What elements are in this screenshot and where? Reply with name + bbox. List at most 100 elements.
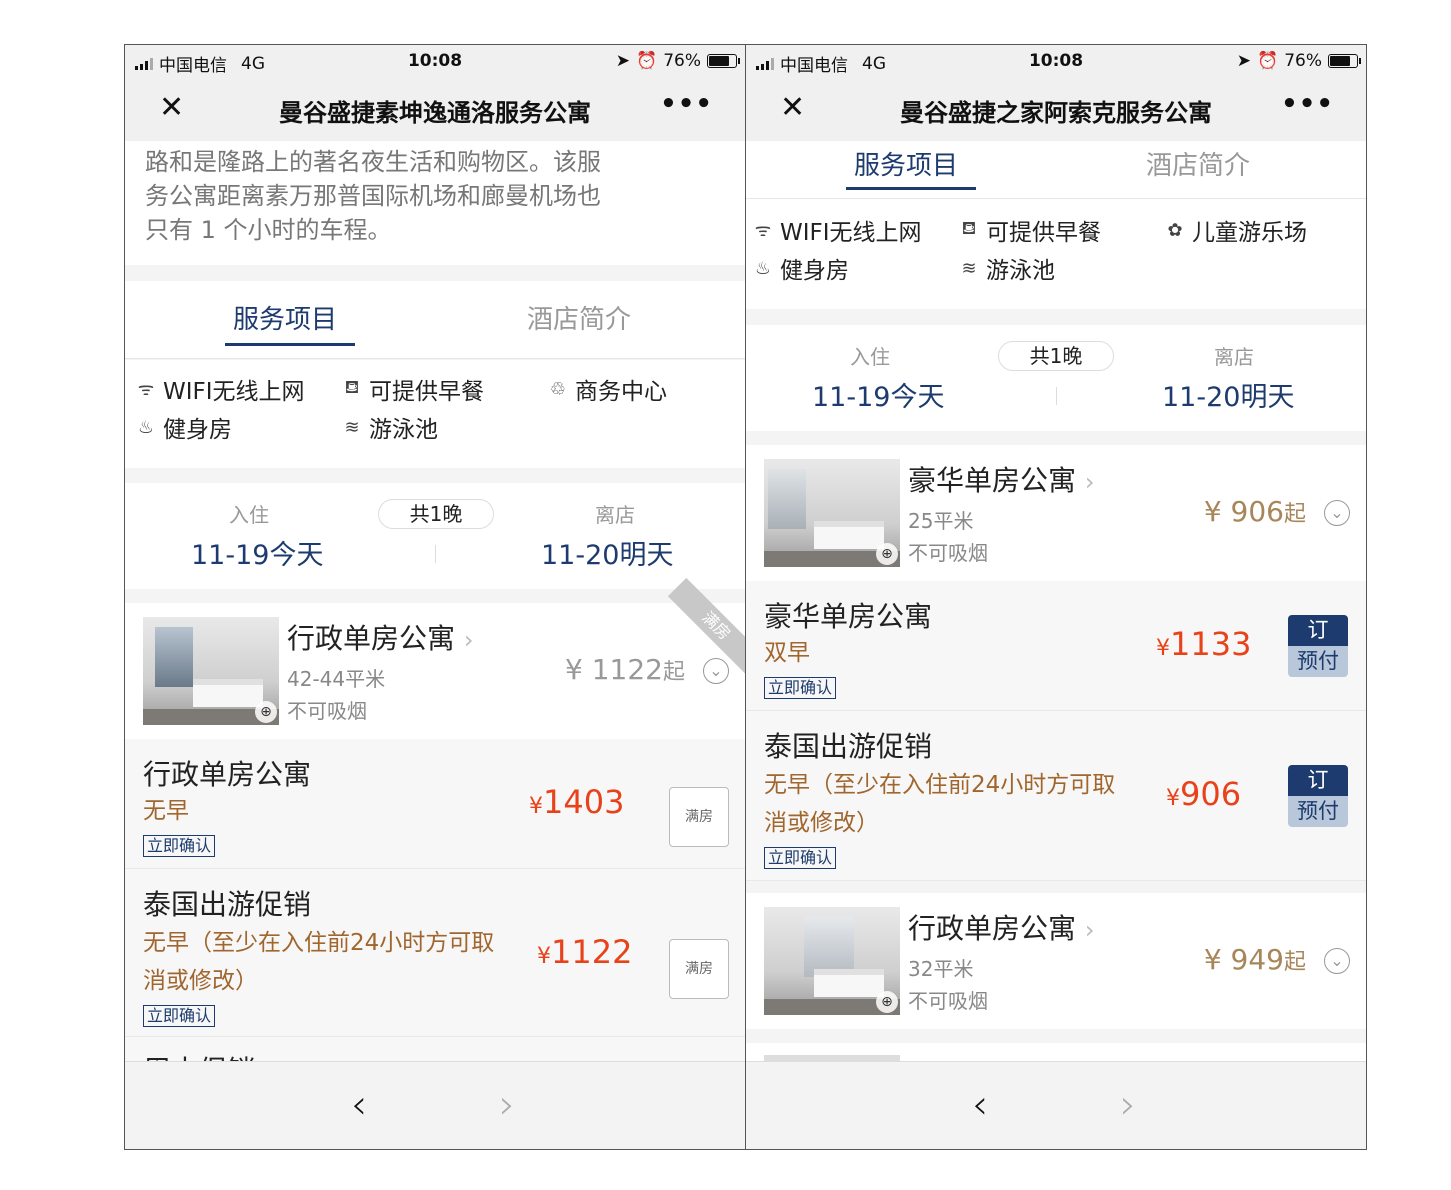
left-phone-screen: 中国电信 4G 10:08 ➤ ⏰ 76% ✕ 曼谷盛捷素坤逸通洛服务公寓 ••… (124, 44, 746, 1150)
rate-price: ¥906 (1166, 775, 1242, 813)
rate-price: ¥1403 (529, 783, 625, 821)
book-prepay-button[interactable]: 订 预付 (1288, 765, 1348, 827)
book-prepay-button[interactable]: 订 预付 (1288, 615, 1348, 677)
battery-percent: 76% (1284, 51, 1322, 71)
rate-price: ¥1133 (1156, 625, 1252, 663)
alarm-icon: ⏰ (636, 51, 658, 71)
tab-hotel-intro[interactable]: 酒店简介 (527, 299, 631, 336)
room-photo[interactable]: ⊕ (143, 617, 279, 725)
sold-out-button: 满房 (669, 787, 729, 847)
scroll-content[interactable]: 服务项目 酒店简介 ᯤ WIFI无线上网 ⛾ 可提供早餐 ✿ 儿童游乐场 ♨ 健身房 ≋… (746, 141, 1366, 1063)
more-icon[interactable]: ••• (1281, 89, 1334, 119)
room-card[interactable]: ⊕ 行政单房公寓 › 32平米 不可吸烟 ¥ 949起 ⌄ (746, 893, 1366, 1029)
checkin-date[interactable]: 11-19今天 (812, 375, 944, 414)
active-tab-indicator (846, 187, 976, 190)
facility-list: ᯤ WIFI无线上网 ⛾ 可提供早餐 ✿ 儿童游乐场 ♨ 健身房 ≋ 游泳池 (746, 199, 1366, 309)
rate-row[interactable]: 行政单房公寓 无早 立即确认 ¥1403 满房 (125, 739, 745, 869)
sold-out-button: 满房 (669, 939, 729, 999)
more-icon[interactable]: ••• (660, 89, 713, 119)
breakfast-icon: ⛾ (961, 218, 977, 239)
room-photo[interactable]: ⊕ (764, 907, 900, 1015)
forward-icon[interactable]: › (499, 1082, 515, 1128)
scroll-content[interactable]: 路和是隆路上的著名夜生活和购物区。该服 务公寓距离素万那普国际机场和廊曼机场也 … (125, 141, 745, 1063)
tab-services[interactable]: 服务项目 (233, 299, 337, 336)
facility-item: ≋ 游泳池 (341, 410, 438, 444)
room-size: 25平米 (908, 509, 974, 533)
list-item[interactable] (746, 1043, 1366, 1063)
chevron-right-icon: › (463, 626, 474, 654)
nights-badge: 共1晚 (998, 341, 1114, 371)
status-bar: 中国电信 4G 10:08 ➤ ⏰ 76% (125, 45, 745, 77)
room-size: 32平米 (908, 957, 974, 981)
date-selector[interactable]: 入住 11-19今天 共1晚 离店 11-20明天 (746, 325, 1366, 431)
meal-plan: 无早（至少在入住前24小时方可取 (764, 772, 1116, 798)
room-name: 豪华单房公寓 (908, 464, 1077, 497)
chevron-down-icon[interactable]: ⌄ (703, 658, 729, 684)
facility-item: ⛾ 可提供早餐 (341, 372, 484, 406)
chevron-down-icon[interactable]: ⌄ (1324, 948, 1350, 974)
room-card[interactable]: ⊕ 行政单房公寓 › 42-44平米 不可吸烟 ¥ 1122起 ⌄ 满房 (125, 577, 745, 739)
instant-confirm-badge: 立即确认 (143, 1005, 216, 1027)
instant-confirm-badge: 立即确认 (764, 677, 837, 699)
facility-item: ᯤ WIFI无线上网 (752, 213, 922, 247)
page-title: 曼谷盛捷之家阿索克服务公寓 (900, 99, 1212, 127)
back-icon[interactable]: ‹ (351, 1082, 367, 1128)
instant-confirm-badge: 立即确认 (143, 835, 216, 857)
room-card[interactable]: ⊕ 豪华单房公寓 › 25平米 不可吸烟 ¥ 906起 ⌄ (746, 445, 1366, 581)
checkin-label: 入住 (850, 345, 890, 369)
smoking-policy: 不可吸烟 (908, 989, 988, 1013)
battery-icon (707, 54, 740, 68)
divider (435, 545, 436, 563)
checkout-date[interactable]: 11-20明天 (1162, 375, 1294, 414)
chevron-down-icon[interactable]: ⌄ (1324, 500, 1350, 526)
back-icon[interactable]: ‹ (972, 1082, 988, 1128)
room-name: 行政单房公寓 (287, 622, 456, 655)
rate-price: ¥1122 (537, 933, 633, 971)
meal-plan-cont: 消或修改） (143, 968, 258, 994)
location-icon: ➤ (1236, 51, 1252, 71)
meal-plan: 双早 (764, 640, 810, 666)
facility-list: ᯤ WIFI无线上网 ⛾ 可提供早餐 ♲ 商务中心 ♨ 健身房 ≋ 游泳池 (125, 360, 745, 468)
status-bar: 中国电信 4G 10:08 ➤ ⏰ 76% (746, 45, 1366, 77)
battery-percent: 76% (663, 51, 701, 71)
date-selector[interactable]: 入住 11-19今天 共1晚 离店 11-20明天 (125, 483, 745, 589)
smoking-policy: 不可吸烟 (287, 699, 367, 723)
list-item[interactable]: 周末促销 (125, 1037, 745, 1063)
rate-name: 豪华单房公寓 (764, 600, 933, 633)
close-icon[interactable]: ✕ (159, 91, 184, 125)
checkout-label: 离店 (595, 503, 635, 527)
nav-bar: ✕ 曼谷盛捷素坤逸通洛服务公寓 ••• (125, 77, 745, 141)
forward-icon[interactable]: › (1120, 1082, 1136, 1128)
room-price: ¥ 906起 (1203, 495, 1306, 528)
facility-item: ♨ 健身房 (135, 410, 232, 444)
rate-name: 泰国出游促销 (143, 888, 312, 921)
zoom-icon: ⊕ (876, 543, 898, 565)
facility-item: ⛾ 可提供早餐 (958, 213, 1101, 247)
checkout-date[interactable]: 11-20明天 (541, 533, 673, 572)
pool-icon: ≋ (961, 257, 977, 279)
playground-icon: ✿ (1167, 219, 1183, 241)
room-photo[interactable]: ⊕ (764, 459, 900, 567)
page-title: 曼谷盛捷素坤逸通洛服务公寓 (279, 99, 591, 127)
location-icon: ➤ (615, 51, 631, 71)
rate-row[interactable]: 泰国出游促销 无早（至少在入住前24小时方可取 消或修改） 立即确认 ¥906 … (746, 711, 1366, 881)
facility-item: ♨ 健身房 (752, 251, 849, 285)
breakfast-icon: ⛾ (344, 377, 360, 398)
browser-toolbar: ‹ › (125, 1061, 745, 1149)
room-price: ¥ 1122起 (565, 653, 685, 686)
tab-bar: 服务项目 酒店简介 (746, 141, 1366, 199)
facility-item: ≋ 游泳池 (958, 251, 1055, 285)
tab-services[interactable]: 服务项目 (854, 145, 958, 182)
checkin-date[interactable]: 11-19今天 (191, 533, 323, 572)
meal-plan-cont: 消或修改） (764, 810, 879, 836)
rate-row[interactable]: 泰国出游促销 无早（至少在入住前24小时方可取 消或修改） 立即确认 ¥1122… (125, 869, 745, 1037)
smoking-policy: 不可吸烟 (908, 541, 988, 565)
instant-confirm-badge: 立即确认 (764, 847, 837, 869)
tab-hotel-intro[interactable]: 酒店简介 (1146, 145, 1250, 182)
checkout-label: 离店 (1214, 345, 1254, 369)
rate-row[interactable]: 豪华单房公寓 双早 立即确认 ¥1133 订 预付 (746, 581, 1366, 711)
nights-badge: 共1晚 (378, 499, 494, 529)
meal-plan: 无早（至少在入住前24小时方可取 (143, 930, 495, 956)
close-icon[interactable]: ✕ (780, 91, 805, 125)
gym-icon: ♨ (754, 257, 772, 279)
